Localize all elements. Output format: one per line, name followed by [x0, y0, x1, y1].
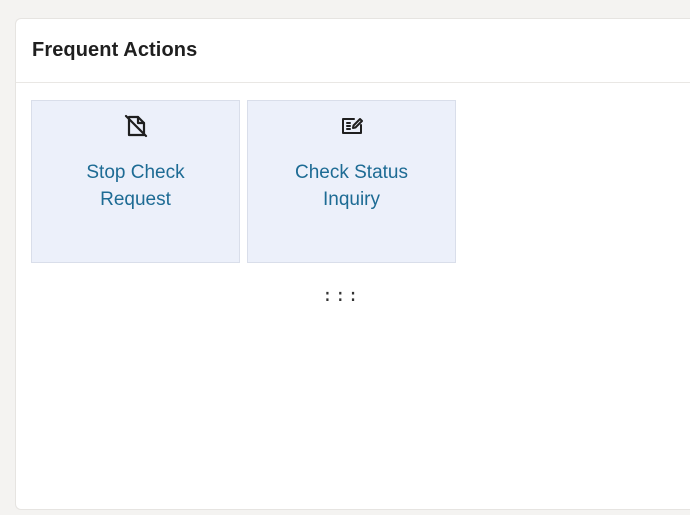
widget-title: Frequent Actions: [32, 39, 198, 61]
drag-handle[interactable]: :::: [322, 285, 361, 306]
stop-check-request-tile[interactable]: Stop Check Request: [31, 100, 240, 263]
action-tiles: Stop Check Request Check Status Inquiry: [31, 100, 456, 263]
stop-check-request-label: Stop Check Request: [86, 162, 185, 210]
frequent-actions-widget: Frequent Actions Stop Check Request Chec…: [15, 18, 690, 510]
stop-check-document-icon: [123, 113, 149, 139]
check-status-inquiry-tile[interactable]: Check Status Inquiry: [247, 100, 456, 263]
widget-header: Frequent Actions: [16, 19, 690, 83]
check-status-edit-icon: [339, 113, 365, 139]
check-status-inquiry-label: Check Status Inquiry: [295, 162, 408, 210]
